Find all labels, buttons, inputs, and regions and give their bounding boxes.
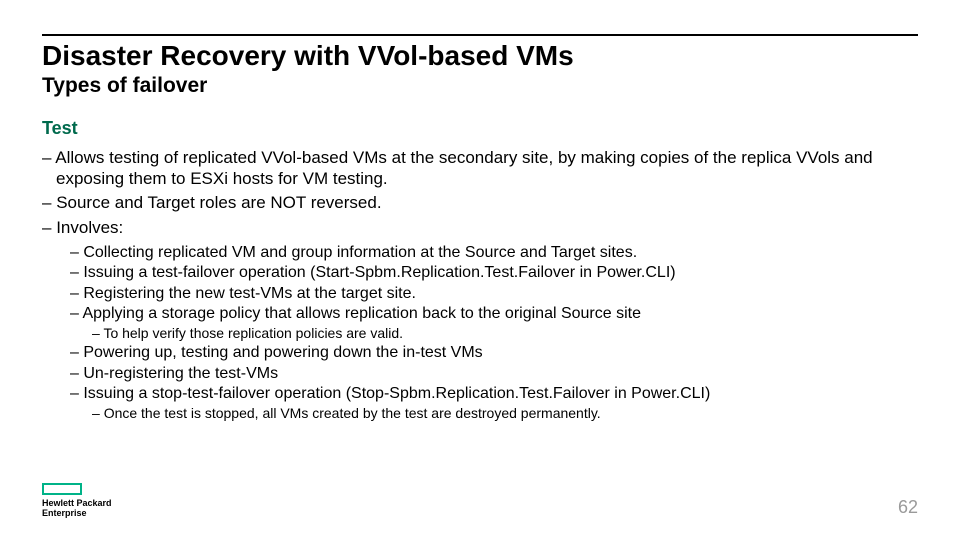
bullet-l3: To help verify those replication policie… <box>92 325 918 342</box>
bullet-l2: Registering the new test-VMs at the targ… <box>70 284 918 304</box>
slide-body: Test Allows testing of replicated VVol-b… <box>42 118 918 423</box>
bullet-l2: Un-registering the test-VMs <box>70 364 918 384</box>
hpe-name-line2: Enterprise <box>42 509 112 518</box>
bullet-l2: Issuing a test-failover operation (Start… <box>70 263 918 283</box>
slide: Disaster Recovery with VVol-based VMs Ty… <box>0 0 960 540</box>
hpe-bar-icon <box>42 483 82 495</box>
bullet-l2: Applying a storage policy that allows re… <box>70 304 918 324</box>
bullet-l3: Once the test is stopped, all VMs create… <box>92 405 918 422</box>
footer-logo: Hewlett Packard Enterprise <box>42 483 112 518</box>
bullet-l1: Involves: <box>42 218 918 239</box>
title-rule <box>42 34 918 36</box>
slide-subtitle: Types of failover <box>42 74 207 98</box>
slide-title: Disaster Recovery with VVol-based VMs <box>42 40 574 72</box>
page-number: 62 <box>898 497 918 518</box>
section-label: Test <box>42 118 918 140</box>
bullet-l2: Issuing a stop-test-failover operation (… <box>70 384 918 404</box>
bullet-l2: Collecting replicated VM and group infor… <box>70 243 918 263</box>
bullet-l2: Powering up, testing and powering down t… <box>70 343 918 363</box>
bullet-l1: Source and Target roles are NOT reversed… <box>42 193 918 214</box>
bullet-l1: Allows testing of replicated VVol-based … <box>42 148 918 189</box>
